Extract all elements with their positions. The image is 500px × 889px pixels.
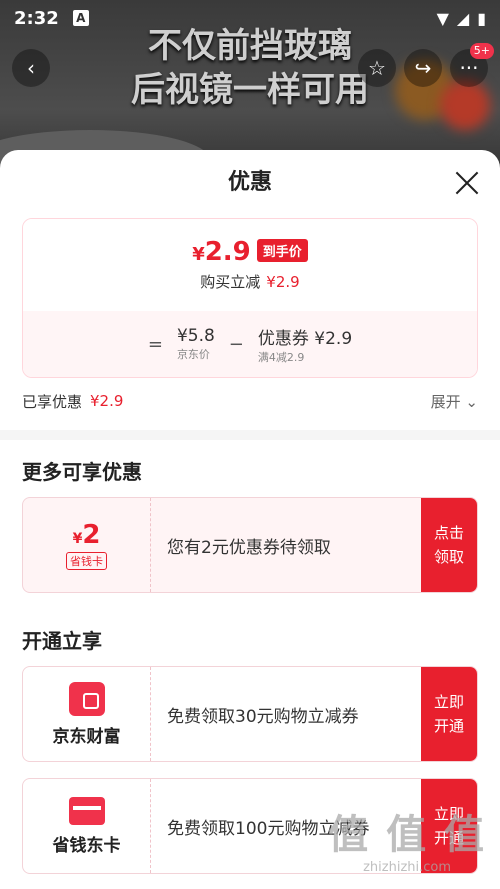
currency-symbol: ¥ <box>72 531 83 547</box>
price-breakdown: = ¥5.8 京东价 − 优惠券 ¥2.9 满4减2.9 <box>23 311 477 377</box>
original-price: ¥5.8 京东价 <box>177 326 215 362</box>
enjoyed-value: ¥2.9 <box>90 392 124 410</box>
coupon-description: 您有2元优惠券待领取 <box>167 537 331 558</box>
card-icon <box>68 796 105 825</box>
wallet-icon <box>68 681 105 716</box>
final-price: ¥2.9 <box>192 237 251 267</box>
claim-coupon-button[interactable]: 点击领取 <box>421 498 477 592</box>
currency-symbol: ¥ <box>192 244 205 265</box>
watermark-url: zhizhizhi.com <box>363 860 452 875</box>
activate-button[interactable]: 立即开通 <box>421 667 477 761</box>
reduction-value: ¥2.9 <box>266 273 300 291</box>
enjoyed-label: 已享优惠 <box>22 392 83 411</box>
price-summary: ¥2.9 到手价 购买立减 ¥2.9 <box>23 219 477 311</box>
price-card: ¥2.9 到手价 购买立减 ¥2.9 = ¥5.8 京东价 − 优惠券 ¥2.9 … <box>22 218 478 378</box>
expand-button[interactable]: 展开 ⌄ <box>431 391 478 412</box>
coupon-card-savings: ¥2 省钱卡 您有2元优惠券待领取 点击领取 <box>22 497 478 593</box>
status-bar: 2:32 A ▼ ◢ ▮ <box>0 0 500 36</box>
enjoyed-discount-row: 已享优惠 ¥2.9 展开 ⌄ <box>0 378 500 424</box>
minus-sign: − <box>228 333 244 355</box>
coupon-discount-value: 优惠券 ¥2.9 <box>257 328 353 349</box>
coupon-amount-block: ¥2 省钱卡 <box>23 498 151 592</box>
status-time: 2:32 <box>14 7 59 29</box>
brand-name: 省钱东卡 <box>52 835 121 856</box>
final-price-tag: 到手价 <box>256 239 308 262</box>
sheet-title: 优惠 <box>227 170 272 195</box>
sheet-header: 优惠 <box>0 150 500 216</box>
brand-name: 京东财富 <box>52 726 121 747</box>
open-benefits-title: 开通立享 <box>22 629 102 653</box>
equals-sign: = <box>147 333 163 355</box>
app-notification-icon: A <box>72 10 89 26</box>
coupon-amount: ¥2 <box>73 520 101 550</box>
favorite-button[interactable]: ☆ <box>358 49 396 87</box>
wifi-icon: ▼ <box>436 8 449 28</box>
star-icon: ☆ <box>368 56 386 80</box>
coupon-discount: 优惠券 ¥2.9 满4减2.9 <box>258 324 352 365</box>
back-button[interactable]: ‹ <box>12 49 50 87</box>
brand-block: 省钱东卡 <box>23 779 151 873</box>
status-icons: ▼ ◢ ▮ <box>437 9 486 28</box>
price-reduction: 购买立减 ¥2.9 <box>23 271 477 292</box>
section-divider <box>0 430 500 440</box>
brand-block: 京东财富 <box>23 667 151 761</box>
more-button[interactable]: ··· 5+ <box>450 43 494 87</box>
original-price-value: ¥5.8 <box>176 326 215 346</box>
coupon-discount-condition: 满4减2.9 <box>257 350 305 364</box>
top-nav: ‹ ☆ ↪ ··· 5+ <box>12 43 494 88</box>
reduction-label: 购买立减 <box>200 273 261 291</box>
close-icon[interactable] <box>452 168 482 198</box>
coupon-amount-value: 2 <box>82 520 101 550</box>
expand-label: 展开 <box>430 392 461 411</box>
battery-icon: ▮ <box>477 8 486 28</box>
message-badge: 5+ <box>469 43 494 59</box>
coupon-description: 免费领取30元购物立减券 <box>167 706 359 727</box>
more-icon: ··· <box>459 56 479 80</box>
signal-icon: ◢ <box>456 8 470 28</box>
final-price-amount: 2.9 <box>204 237 251 267</box>
watermark-logo: 值 值 值 zhizhizhi.com <box>328 802 486 875</box>
watermark-text: 值 值 值 <box>328 812 486 858</box>
chevron-left-icon: ‹ <box>27 56 35 80</box>
more-discounts-title: 更多可享优惠 <box>22 460 142 484</box>
original-price-label: 京东价 <box>176 348 210 361</box>
coupon-type-tag: 省钱卡 <box>66 552 107 570</box>
share-button[interactable]: ↪ <box>404 49 442 87</box>
coupon-card-jd-finance: 京东财富 免费领取30元购物立减券 立即开通 <box>22 666 478 762</box>
share-icon: ↪ <box>414 56 432 80</box>
discount-sheet: 优惠 ¥2.9 到手价 购买立减 ¥2.9 = ¥5.8 京东价 − 优惠券 ¥2… <box>0 150 500 889</box>
chevron-down-icon: ⌄ <box>465 392 478 411</box>
